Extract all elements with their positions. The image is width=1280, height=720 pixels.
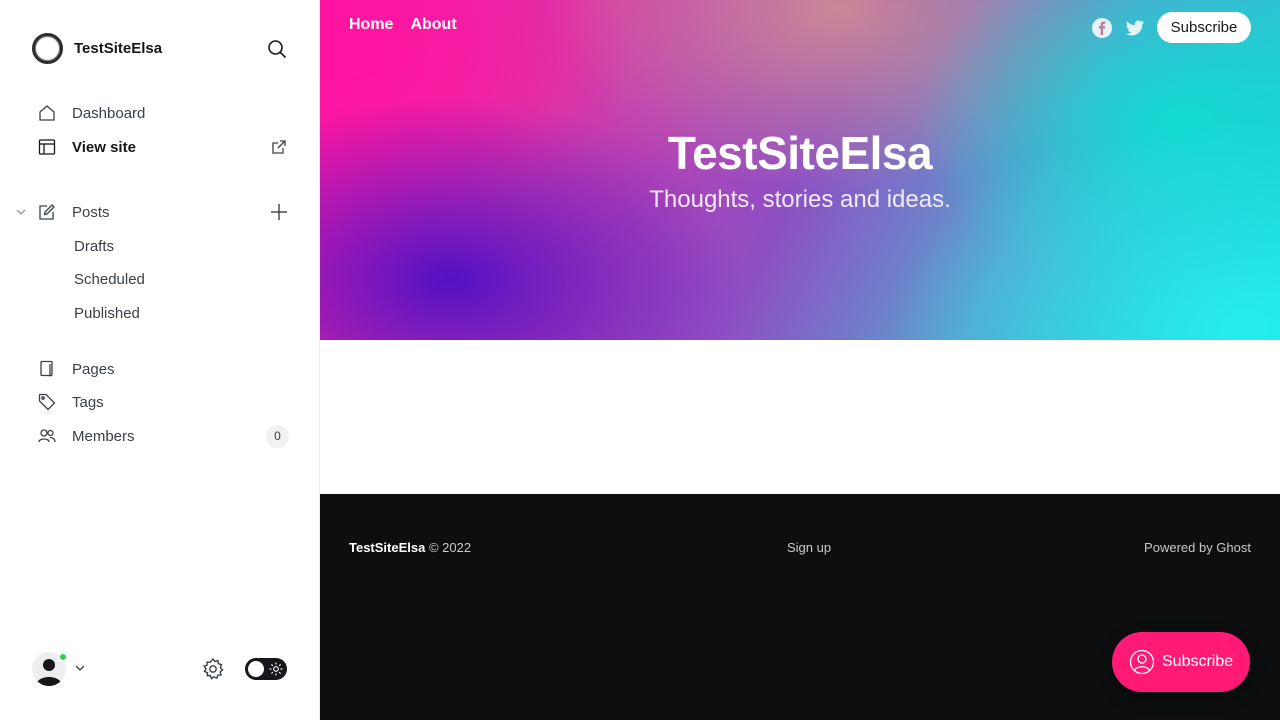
nav-published-label: Published bbox=[74, 304, 140, 322]
footer-copyright: TestSiteElsa © 2022 bbox=[349, 540, 471, 555]
subscribe-button-header[interactable]: Subscribe bbox=[1157, 12, 1251, 43]
nav-tags-label: Tags bbox=[72, 393, 104, 411]
gear-icon[interactable] bbox=[201, 657, 225, 681]
members-count-badge: 0 bbox=[266, 424, 289, 448]
new-post-button[interactable] bbox=[268, 201, 290, 223]
theme-toggle[interactable] bbox=[245, 658, 287, 680]
edit-icon bbox=[37, 203, 56, 222]
nav-scheduled-label: Scheduled bbox=[74, 270, 145, 288]
layout-icon bbox=[37, 138, 56, 157]
site-brand[interactable]: TestSiteElsa bbox=[32, 32, 162, 64]
nav-tags[interactable]: Tags bbox=[0, 387, 320, 417]
hero-subtitle: Thoughts, stories and ideas. bbox=[649, 186, 951, 213]
nav-pages[interactable]: Pages bbox=[0, 354, 320, 384]
footer-copyright-year: © 2022 bbox=[428, 540, 472, 555]
chevron-down-icon[interactable] bbox=[15, 206, 27, 218]
search-icon bbox=[268, 40, 287, 59]
site-logo bbox=[32, 32, 63, 64]
chevron-down-icon[interactable] bbox=[74, 662, 86, 674]
site-nav: Home About bbox=[349, 16, 457, 34]
twitter-icon[interactable] bbox=[1124, 17, 1146, 39]
online-status-dot bbox=[58, 652, 68, 662]
tag-icon bbox=[37, 393, 56, 412]
hero-title: TestSiteElsa bbox=[667, 127, 933, 179]
members-icon bbox=[37, 427, 56, 446]
nav-drafts-label: Drafts bbox=[74, 237, 115, 255]
nav-view-site-label: View site bbox=[72, 138, 136, 156]
toggle-knob bbox=[248, 661, 264, 677]
home-icon bbox=[37, 104, 56, 123]
external-link-icon[interactable] bbox=[271, 139, 287, 155]
site-preview: Home About Subscribe TestSiteElsa Though… bbox=[320, 0, 1280, 720]
subscribe-portal-button[interactable]: Subscribe bbox=[1112, 632, 1250, 692]
admin-sidebar: TestSiteElsa Dashboard View site Posts D… bbox=[0, 0, 320, 720]
nav-view-site[interactable]: View site bbox=[0, 132, 320, 162]
page-icon bbox=[37, 360, 56, 379]
nav-members-label: Members bbox=[72, 427, 135, 445]
user-circle-icon bbox=[1129, 649, 1155, 675]
facebook-icon[interactable] bbox=[1091, 17, 1113, 39]
nav-posts[interactable]: Posts bbox=[0, 197, 320, 227]
sidebar-footer bbox=[32, 650, 288, 686]
search-button[interactable] bbox=[264, 36, 290, 62]
footer-signup-link[interactable]: Sign up bbox=[787, 540, 831, 555]
site-content bbox=[320, 340, 1280, 494]
site-name: TestSiteElsa bbox=[74, 39, 163, 57]
plus-icon bbox=[271, 204, 287, 220]
nav-drafts[interactable]: Drafts bbox=[0, 231, 320, 261]
footer-powered-by[interactable]: Powered by Ghost bbox=[1144, 540, 1251, 555]
site-nav-home[interactable]: Home bbox=[349, 16, 393, 34]
site-nav-about[interactable]: About bbox=[410, 16, 456, 34]
nav-dashboard-label: Dashboard bbox=[72, 104, 146, 122]
nav-dashboard[interactable]: Dashboard bbox=[0, 98, 320, 128]
site-hero: Home About Subscribe TestSiteElsa Though… bbox=[320, 0, 1280, 340]
footer-site-name[interactable]: TestSiteElsa bbox=[349, 540, 425, 555]
subscribe-portal-label: Subscribe bbox=[1162, 653, 1234, 670]
nav-posts-label: Posts bbox=[72, 203, 110, 221]
nav-members[interactable]: Members 0 bbox=[0, 421, 320, 451]
nav-published[interactable]: Published bbox=[0, 298, 320, 328]
nav-pages-label: Pages bbox=[72, 360, 115, 378]
sun-icon bbox=[269, 662, 283, 676]
nav-scheduled[interactable]: Scheduled bbox=[0, 264, 320, 294]
